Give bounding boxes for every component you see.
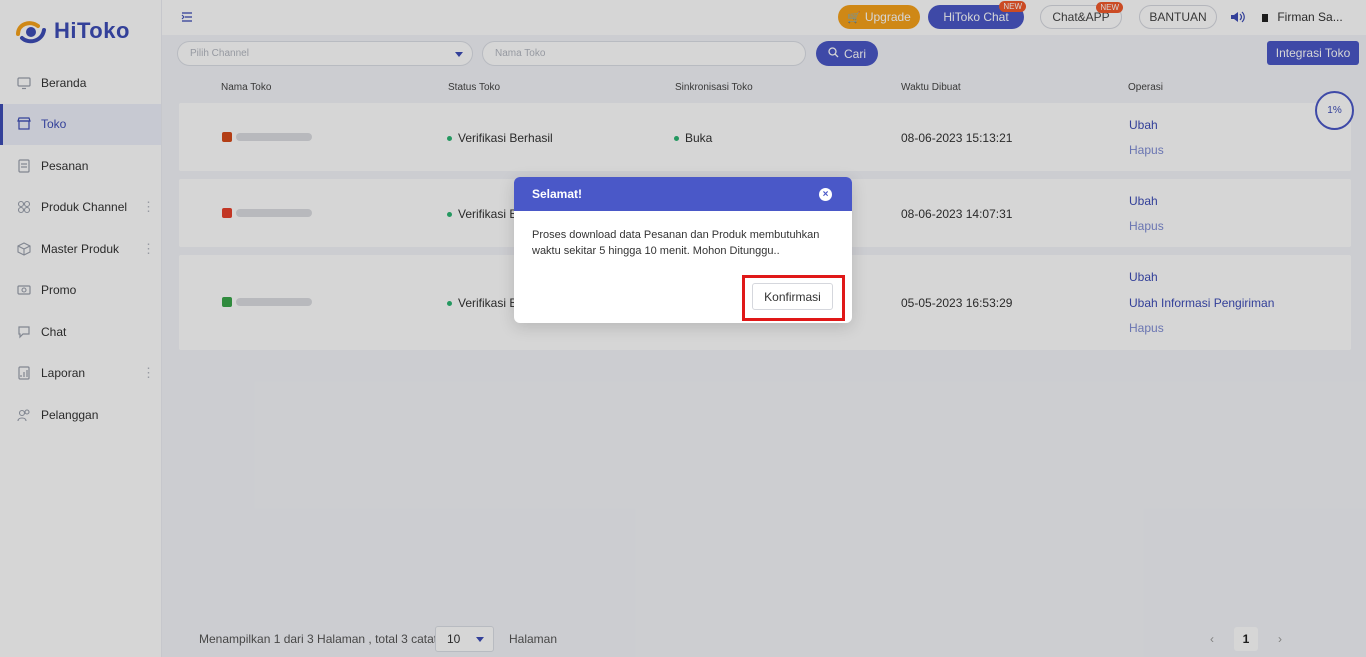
confirm-label: Konfirmasi <box>764 289 821 304</box>
success-dialog: Selamat! × Proses download data Pesanan … <box>514 177 852 323</box>
dialog-footer: Konfirmasi <box>514 275 852 323</box>
modal-backdrop[interactable] <box>0 0 1366 657</box>
dialog-body: Proses download data Pesanan dan Produk … <box>514 211 852 259</box>
confirm-button[interactable]: Konfirmasi <box>752 283 833 310</box>
dialog-header: Selamat! × <box>514 177 852 211</box>
close-icon[interactable]: × <box>819 188 832 201</box>
dialog-title: Selamat! <box>532 187 583 201</box>
dialog-message: Proses download data Pesanan dan Produk … <box>532 229 820 257</box>
